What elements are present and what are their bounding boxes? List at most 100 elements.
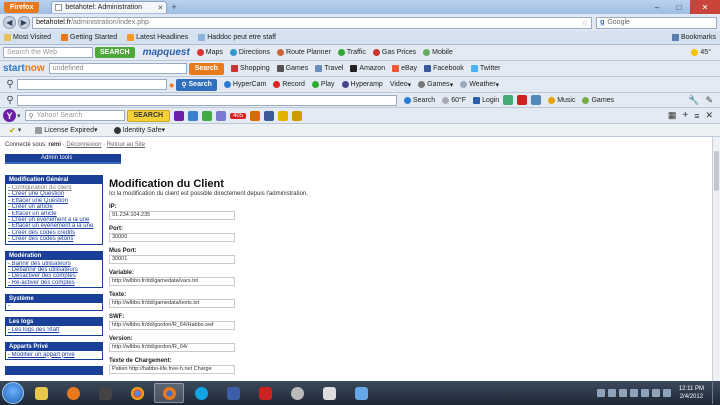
back-to-site-link[interactable]: Retour au Site — [107, 142, 145, 148]
mapquest-search-button[interactable]: SEARCH — [95, 47, 135, 58]
browser-tab[interactable]: betahotel: Administration ✕ — [51, 1, 168, 13]
texte-input[interactable]: http://wlbbo.fr/dd/gamedata/texts.txt — [109, 299, 235, 308]
close-window-button[interactable]: ✕ — [690, 0, 720, 14]
mail-icon[interactable] — [503, 95, 514, 105]
sn-twitter[interactable]: Twitter — [470, 65, 500, 72]
youtube-icon[interactable] — [517, 95, 528, 105]
new-tab-button[interactable]: + — [171, 2, 176, 12]
hc-weather[interactable]: Weather ▾ — [460, 81, 499, 89]
link-delete-event[interactable]: Effacer un évènement à la une — [8, 223, 100, 229]
port-input[interactable]: 30000 — [109, 233, 235, 242]
start-button[interactable] — [2, 382, 24, 404]
swf-input[interactable]: http://wlbbo.fr/dd/gordon/R_64/Habbo.swf — [109, 321, 235, 330]
license-expired[interactable]: License Expired ▾ — [35, 126, 98, 134]
close-toolbar-icon[interactable]: ✕ — [705, 110, 713, 121]
ip-input[interactable]: 91.234.104.235 — [109, 211, 235, 220]
hc-hyperamp[interactable]: Hyperamp — [341, 81, 383, 88]
hc-hypercam[interactable]: HyperCam — [223, 81, 266, 88]
logout-link[interactable]: Déconnexion — [66, 142, 101, 148]
taskbar-firefox[interactable] — [154, 383, 184, 403]
hc-video[interactable]: Video ▾ — [390, 81, 411, 89]
yahoo-logo-icon[interactable]: Y — [3, 109, 16, 122]
address-bar[interactable]: betahotel.fr /administration/index.php ☆ — [32, 16, 593, 29]
tray-app-icon[interactable] — [596, 389, 605, 397]
add-icon[interactable]: + — [682, 110, 688, 121]
variable-input[interactable]: http://wlbbo.fr/dd/gamedata/vars.txt — [109, 277, 235, 286]
mail-count-badge[interactable]: 405 — [230, 112, 247, 119]
firefox-menu-button[interactable]: Firefox — [4, 1, 40, 13]
yahoo-weather-icon[interactable] — [278, 110, 289, 121]
maximize-button[interactable]: □ — [668, 0, 690, 14]
tray-app-icon[interactable] — [640, 389, 649, 397]
dropdown-arrow-icon[interactable]: ▾ — [18, 126, 22, 134]
taskbar-chrome[interactable] — [122, 383, 152, 403]
misc-search[interactable]: Search — [404, 96, 435, 104]
hc-games[interactable]: Games ▾ — [418, 81, 453, 89]
taskbar-media-player[interactable] — [58, 383, 88, 403]
mq-maps[interactable]: Maps — [196, 49, 223, 56]
link-token-codes[interactable]: Créer des codes jetons — [8, 236, 100, 242]
volume-icon[interactable] — [662, 389, 671, 397]
network-icon[interactable] — [651, 389, 660, 397]
sn-facebook[interactable]: Facebook — [424, 65, 464, 72]
misc-games[interactable]: Games — [582, 96, 614, 104]
taskbar-explorer[interactable] — [26, 383, 56, 403]
tray-app-icon[interactable] — [618, 389, 627, 397]
search-plus-icon[interactable]: ● — [169, 80, 174, 90]
tray-app-icon[interactable] — [607, 389, 616, 397]
grid-icon[interactable]: ▦ — [668, 110, 677, 121]
tab-close-icon[interactable]: ✕ — [157, 4, 163, 12]
misc-music[interactable]: Music — [548, 96, 575, 104]
version-input[interactable]: http://wlbbo.fr/dd/gordon/R_64/ — [109, 343, 235, 352]
startnow-search-button[interactable]: Search — [188, 62, 225, 75]
tray-app-icon[interactable] — [629, 389, 638, 397]
yahoo-mail-icon[interactable] — [216, 110, 227, 121]
mq-mobile[interactable]: Mobile — [423, 49, 453, 56]
system-clock[interactable]: 12:11 PM 2/4/2012 — [679, 385, 704, 401]
search-bar[interactable]: g Google — [596, 16, 717, 29]
taskbar-video[interactable] — [90, 383, 120, 403]
link-edit-private-room[interactable]: Modifier un appart privé — [8, 352, 100, 358]
wrench-icon[interactable]: 🔧 — [688, 95, 699, 106]
chat-icon[interactable] — [531, 95, 542, 105]
misc-login[interactable]: Login — [473, 96, 499, 104]
misc-search-input[interactable] — [17, 94, 397, 106]
taskbar-acrobat[interactable] — [250, 383, 280, 403]
hypercam-search-button[interactable]: ⚲ Search — [176, 78, 217, 91]
norton-check-icon[interactable]: ✔ — [9, 126, 16, 135]
sn-amazon[interactable]: Amazon — [350, 65, 385, 72]
menu-icon[interactable]: ≡ — [694, 111, 699, 121]
hc-record[interactable]: Record — [273, 81, 305, 88]
mq-gas-prices[interactable]: Gas Prices — [372, 49, 416, 56]
bookmark-latest-headlines[interactable]: Latest Headlines — [127, 34, 188, 41]
pen-icon[interactable]: ✎ — [705, 95, 713, 106]
vertical-scrollbar[interactable] — [712, 137, 720, 381]
scrollbar-thumb[interactable] — [714, 151, 719, 191]
hypercam-search-input[interactable] — [17, 79, 167, 90]
yahoo-sports-icon[interactable] — [292, 110, 303, 121]
dropdown-arrow-icon[interactable]: ▾ — [17, 112, 21, 120]
bookmark-getting-started[interactable]: Getting Started — [61, 34, 117, 41]
weather-widget[interactable]: 45° — [691, 49, 711, 56]
loading-text-input[interactable]: Patien http://habbo-life.free-h.net Char… — [109, 365, 235, 374]
taskbar-disc[interactable] — [282, 383, 312, 403]
sn-games[interactable]: Games — [276, 65, 308, 72]
yahoo-finance-icon[interactable] — [202, 110, 213, 121]
mapquest-search-input[interactable]: Search the Web — [3, 47, 93, 58]
minimize-button[interactable]: – — [646, 0, 668, 14]
sn-shopping[interactable]: Shopping — [231, 65, 270, 72]
back-arrow-icon[interactable]: ◀ — [3, 16, 16, 29]
link-reactivate-accounts[interactable]: Ré-activer des comptes — [8, 280, 100, 286]
hc-play[interactable]: Play — [311, 81, 335, 88]
yahoo-search-button[interactable]: SEARCH — [126, 109, 171, 122]
taskbar-paint[interactable] — [346, 383, 376, 403]
yahoo-news-icon[interactable] — [188, 110, 199, 121]
taskbar-search[interactable] — [314, 383, 344, 403]
yahoo-search-input[interactable]: ⚲ Yahoo! Search — [24, 110, 125, 121]
show-desktop-button[interactable] — [712, 382, 718, 404]
taskbar-app[interactable] — [218, 383, 248, 403]
mq-route-planner[interactable]: Route Planner — [277, 49, 331, 56]
mq-directions[interactable]: Directions — [229, 49, 270, 56]
bookmark-haddoc[interactable]: Haddoc peut etre staff — [198, 34, 276, 41]
taskbar-skype[interactable] — [186, 383, 216, 403]
